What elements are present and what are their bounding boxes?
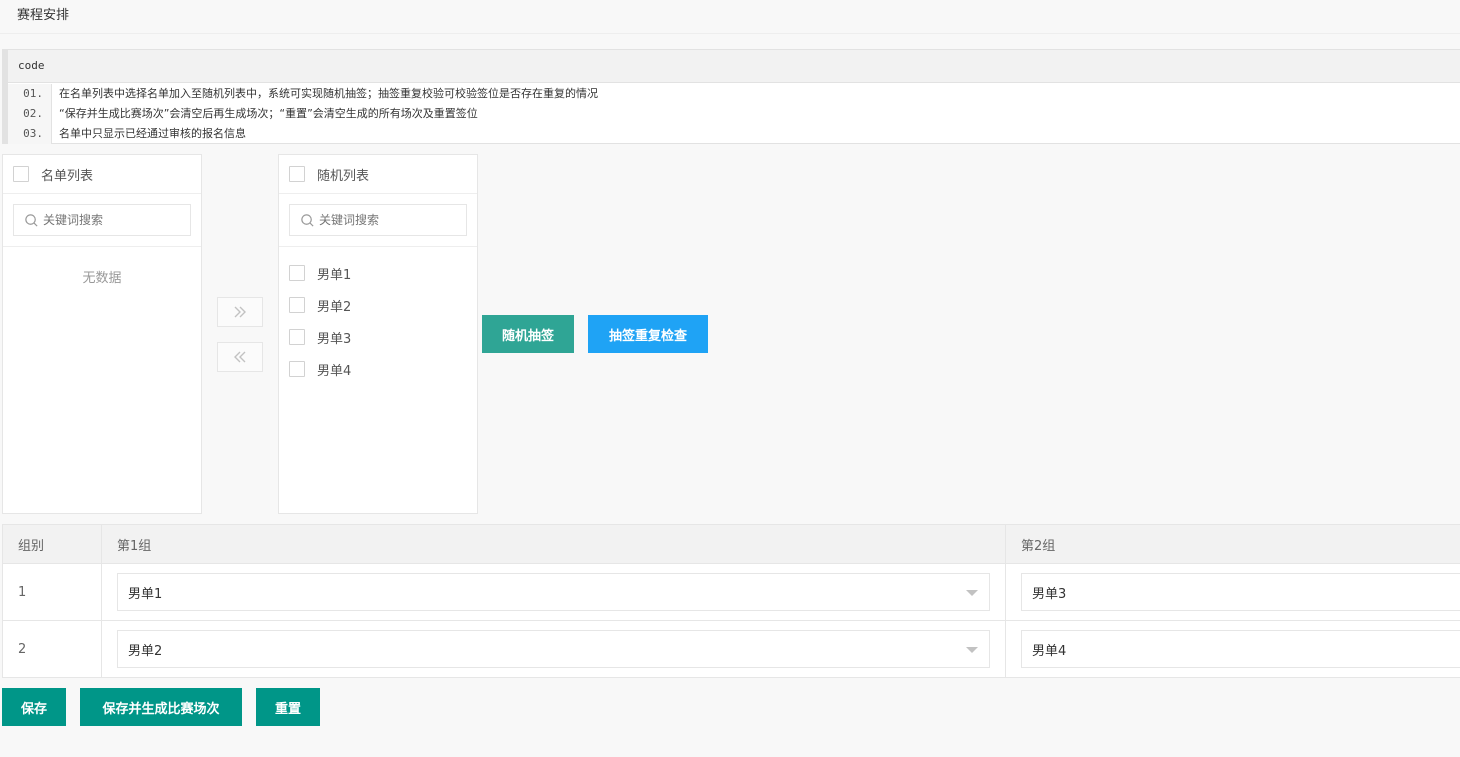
group1-select[interactable]: 男单2 [117,630,990,668]
group-table: 组别 第1组 第2组 1 男单1 男单3 2 男单2 男单4 [2,524,1460,678]
select-value: 男单2 [128,643,163,659]
page: 赛程安排 code 01. 在名单列表中选择名单加入至随机列表中，系统可实现随机… [0,0,1460,757]
name-list-panel: 名单列表 无数据 [2,154,202,514]
page-title: 赛程安排 [0,0,1460,34]
list-item[interactable]: 男单1 [279,257,477,289]
table-row: 2 男单2 男单4 [2,621,1460,678]
list-item-label: 男单2 [317,299,352,315]
caret-down-icon [966,590,978,596]
name-list-search-wrap [3,194,201,247]
code-line: 03. 名单中只显示已经通过审核的报名信息 [8,124,1460,144]
random-list-header: 随机列表 [279,155,477,194]
item-checkbox[interactable] [289,265,305,281]
select-value: 男单3 [1032,586,1067,602]
list-item[interactable]: 男单2 [279,289,477,321]
move-right-button[interactable] [217,297,263,327]
group2-select[interactable]: 男单4 [1021,630,1460,668]
random-list-title: 随机列表 [317,168,370,184]
select-value: 男单4 [1032,643,1067,659]
group2-cell: 男单4 [1006,621,1460,677]
group2-cell: 男单3 [1006,564,1460,620]
name-list-title: 名单列表 [41,168,94,184]
code-lines: 01. 在名单列表中选择名单加入至随机列表中，系统可实现随机抽签；抽签重复校验可… [8,83,1460,144]
line-number: 01. [8,84,52,104]
code-header: code [8,50,1460,83]
double-chevron-left-icon [234,351,246,363]
caret-down-icon [966,647,978,653]
item-checkbox[interactable] [289,297,305,313]
random-list: 男单1 男单2 男单3 男单4 [279,247,477,385]
empty-text: 无数据 [82,271,122,286]
move-left-button[interactable] [217,342,263,372]
group-number: 2 [2,621,102,677]
column-header: 第1组 [102,525,1006,563]
group1-cell: 男单1 [102,564,1006,620]
list-item[interactable]: 男单3 [279,321,477,353]
group1-cell: 男单2 [102,621,1006,677]
table-row: 1 男单1 男单3 [2,564,1460,621]
select-value: 男单1 [128,586,163,602]
search-icon [25,213,38,227]
item-checkbox[interactable] [289,329,305,345]
random-list-search-box[interactable] [289,204,467,236]
reset-button[interactable]: 重置 [256,688,320,726]
name-list-search-box[interactable] [13,204,191,236]
random-list-search-input[interactable] [319,213,459,227]
table-header-row: 组别 第1组 第2组 [2,525,1460,564]
name-list-search-input[interactable] [43,213,183,227]
line-text: 在名单列表中选择名单加入至随机列表中，系统可实现随机抽签；抽签重复校验可校验签位… [59,87,598,100]
column-header: 第2组 [1021,538,1056,554]
random-list-search-wrap [279,194,477,247]
random-list-panel: 随机列表 男单1 男单2 男单3 [278,154,478,514]
group1-select[interactable]: 男单1 [117,573,990,611]
code-line: 01. 在名单列表中选择名单加入至随机列表中，系统可实现随机抽签；抽签重复校验可… [8,84,1460,104]
list-item[interactable]: 男单4 [279,353,477,385]
group2-select[interactable]: 男单3 [1021,573,1460,611]
list-item-label: 男单3 [317,331,352,347]
line-number: 02. [8,104,52,124]
save-and-generate-button[interactable]: 保存并生成比赛场次 [80,688,242,726]
line-text: 名单中只显示已经通过审核的报名信息 [59,127,246,140]
random-draw-button[interactable]: 随机抽签 [482,315,574,353]
search-icon [301,213,314,227]
duplicate-check-button[interactable]: 抽签重复检查 [588,315,708,353]
double-chevron-right-icon [234,306,246,318]
list-item-label: 男单4 [317,363,352,379]
select-all-checkbox[interactable] [289,166,305,182]
code-line: 02. “保存并生成比赛场次”会清空后再生成场次；“重置”会清空生成的所有场次及… [8,104,1460,124]
group-number: 1 [2,564,102,620]
line-number: 03. [8,124,52,144]
item-checkbox[interactable] [289,361,305,377]
list-item-label: 男单1 [317,267,352,283]
line-text: “保存并生成比赛场次”会清空后再生成场次；“重置”会清空生成的所有场次及重置签位 [59,107,478,120]
name-list-header: 名单列表 [3,155,201,194]
save-button[interactable]: 保存 [2,688,66,726]
code-block: code 01. 在名单列表中选择名单加入至随机列表中，系统可实现随机抽签；抽签… [2,49,1460,144]
column-header: 组别 [2,525,102,563]
select-all-checkbox[interactable] [13,166,29,182]
